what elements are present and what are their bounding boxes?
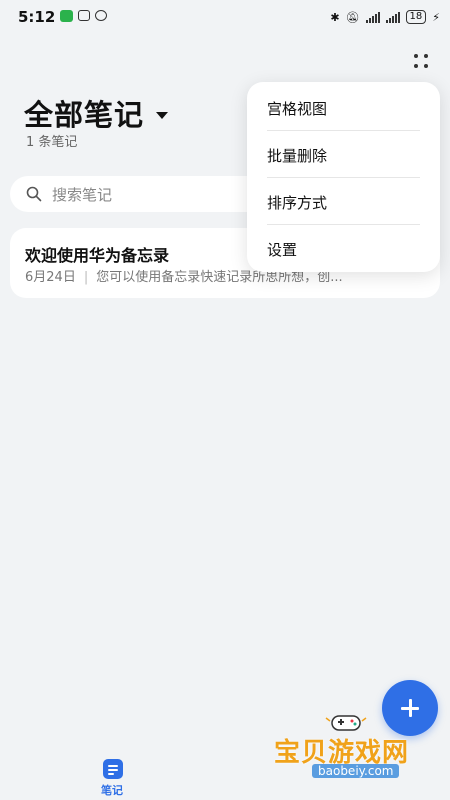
bluetooth-icon: ✱ [330, 10, 340, 24]
notification-icons [60, 10, 107, 22]
mute-icon: 🔕︎ [345, 10, 360, 24]
nfc-icon [78, 10, 90, 21]
status-bar: 5:12 ✱ 🔕︎ 18 ⚡︎ [0, 0, 450, 34]
search-placeholder: 搜索笔记 [52, 185, 113, 204]
menu-item-label: 批量删除 [267, 147, 328, 165]
system-status-icons: ✱ 🔕︎ 18 ⚡︎ [330, 10, 440, 24]
menu-item-batch-delete[interactable]: 批量删除 [247, 131, 440, 177]
add-note-button[interactable] [382, 680, 438, 736]
signal-icon-2 [385, 11, 400, 23]
caret-down-icon [156, 111, 169, 119]
battery-icon: 18 [405, 10, 427, 24]
note-preview: 您可以使用备忘录快速记录所思所想，创... [96, 270, 343, 285]
menu-item-sort[interactable]: 排序方式 [247, 178, 440, 224]
search-input[interactable]: 搜索笔记 [10, 176, 280, 212]
menu-item-grid-view[interactable]: 宫格视图 [247, 84, 440, 130]
notes-icon [103, 759, 123, 779]
page-title: 全部笔记 [24, 98, 145, 132]
folder-selector[interactable]: 全部笔记 [24, 92, 169, 134]
menu-item-label: 宫格视图 [267, 100, 328, 118]
menu-item-settings[interactable]: 设置 [247, 225, 440, 271]
signal-icon [365, 11, 380, 23]
menu-item-label: 设置 [267, 241, 298, 259]
nav-tab-label: 笔记 [101, 784, 123, 797]
charging-icon: ⚡︎ [432, 10, 440, 24]
nav-tab-notes[interactable]: 笔记 [95, 757, 133, 797]
search-icon [26, 186, 42, 202]
separator: | [83, 270, 89, 285]
options-menu: 宫格视图 批量删除 排序方式 设置 [247, 82, 440, 272]
chat-notification-icon [60, 10, 73, 22]
gamepad-icon [325, 715, 367, 731]
status-time: 5:12 [18, 8, 56, 26]
menu-item-label: 排序方式 [267, 194, 328, 212]
watermark-text: 宝贝游戏网 [274, 738, 410, 768]
alarm-icon [95, 10, 107, 21]
more-options-button[interactable] [412, 52, 432, 72]
watermark-url: baobeiy.com [312, 764, 400, 778]
note-count: 1 条笔记 [26, 135, 78, 150]
note-title: 欢迎使用华为备忘录 [25, 246, 170, 265]
note-date: 6月24日 [25, 270, 76, 285]
